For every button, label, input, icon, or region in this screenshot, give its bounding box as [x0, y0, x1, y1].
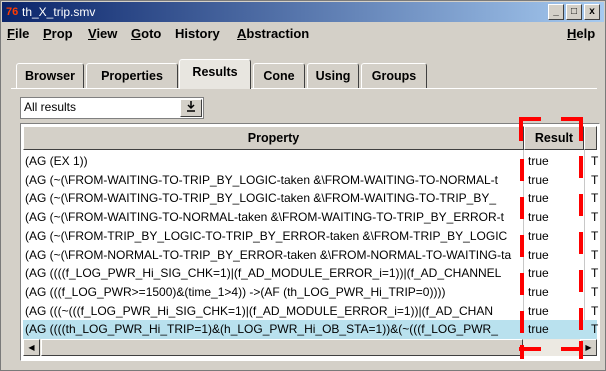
result-cell: true	[528, 303, 549, 318]
extra-cell: T	[591, 284, 599, 299]
table-row[interactable]: (AG (((f_LOG_PWR>=1500)&(time_1>4)) ->(A…	[23, 283, 599, 302]
extra-cell: T	[591, 191, 599, 206]
highlight-dash	[579, 156, 583, 178]
result-cell: true	[528, 210, 549, 225]
scrollbar-thumb[interactable]	[41, 339, 523, 356]
tab-cone[interactable]: Cone	[253, 63, 305, 88]
close-button[interactable]: x	[584, 4, 600, 20]
extra-cell: T	[591, 172, 599, 187]
extra-column-header[interactable]	[584, 126, 597, 150]
results-filter-select[interactable]: All results	[20, 97, 204, 119]
menu-prop[interactable]: Prop	[43, 26, 73, 41]
property-cell: (AG (~(\FROM-TRIP_BY_LOGIC-TO-TRIP_BY_ER…	[25, 228, 508, 243]
property-cell: (AG (~(\FROM-NORMAL-TO-TRIP_BY_ERROR-tak…	[25, 247, 512, 262]
result-cell: true	[528, 247, 549, 262]
extra-cell: T	[591, 154, 599, 168]
table-row[interactable]: (AG (((~(((f_LOG_PWR_Hi_SIG_CHK=1)|(f_AD…	[23, 302, 599, 321]
minimize-button[interactable]: _	[548, 4, 564, 20]
table-row[interactable]: (AG (EX 1)) true T	[23, 152, 599, 171]
table-row[interactable]: (AG (~(\FROM-TRIP_BY_LOGIC-TO-TRIP_BY_ER…	[23, 227, 599, 246]
property-cell: (AG (~(\FROM-WAITING-TO-TRIP_BY_LOGIC-ta…	[25, 172, 499, 187]
highlight-dash	[579, 270, 583, 292]
title-bar[interactable]: 76 th_X_trip.smv _ □ x	[2, 2, 604, 22]
highlight-dash	[579, 308, 583, 330]
down-arrow-to-line-icon	[187, 101, 195, 112]
extra-cell: T	[591, 303, 599, 318]
result-cell: true	[528, 266, 549, 281]
dropdown-arrow-icon[interactable]	[180, 99, 202, 117]
result-cell: true	[528, 154, 549, 168]
result-column-header[interactable]: Result	[524, 126, 584, 150]
window-controls: _ □ x	[548, 4, 600, 20]
extra-cell: T	[591, 210, 599, 225]
highlight-dash	[520, 311, 524, 333]
result-cell: true	[528, 284, 549, 299]
property-column-header[interactable]: Property	[23, 126, 524, 150]
menu-file[interactable]: File	[7, 26, 29, 41]
menu-goto[interactable]: Goto	[131, 26, 161, 41]
horizontal-scrollbar[interactable]: ◀ ▶	[23, 339, 597, 356]
highlight-dash	[520, 159, 524, 181]
menu-help[interactable]: Help	[567, 26, 595, 41]
highlight-dash	[520, 197, 524, 219]
highlight-dash	[579, 194, 583, 216]
filter-value: All results	[24, 100, 77, 114]
highlight-dash	[520, 235, 524, 257]
property-cell: (AG (~(\FROM-WAITING-TO-NORMAL-taken &\F…	[25, 210, 505, 225]
property-cell: (AG (~(\FROM-WAITING-TO-TRIP_BY_LOGIC-ta…	[25, 191, 497, 206]
application-window: 76 th_X_trip.smv _ □ x File Prop View Go…	[0, 0, 606, 371]
property-cell: (AG ((((th_LOG_PWR_Hi_TRIP=1)&(h_LOG_PWR…	[25, 322, 498, 337]
extra-cell: T	[591, 228, 599, 243]
results-table: Property Result (AG (EX 1)) true T (AG (~(\…	[20, 123, 600, 361]
result-cell: true	[528, 172, 549, 187]
table-row[interactable]: (AG (~(\FROM-WAITING-TO-NORMAL-taken &\F…	[23, 208, 599, 227]
highlight-dash	[519, 347, 541, 351]
tab-using[interactable]: Using	[307, 63, 359, 88]
result-cell: true	[528, 191, 549, 206]
extra-cell: T	[591, 266, 599, 281]
result-cell: true	[528, 322, 549, 337]
highlight-dash	[579, 232, 583, 254]
tab-browser[interactable]: Browser	[16, 63, 84, 88]
extra-cell: T	[591, 247, 599, 262]
highlight-dash	[519, 117, 523, 141]
maximize-button[interactable]: □	[566, 4, 582, 20]
tab-results[interactable]: Results	[179, 59, 251, 89]
menu-history[interactable]: History	[175, 26, 220, 41]
extra-cell: T	[591, 322, 599, 337]
table-row[interactable]: (AG (~(\FROM-WAITING-TO-TRIP_BY_LOGIC-ta…	[23, 171, 599, 190]
property-cell: (AG (EX 1))	[25, 154, 88, 168]
tab-panel-border	[11, 88, 597, 89]
menu-view[interactable]: View	[88, 26, 117, 41]
table-row[interactable]: (AG ((((th_LOG_PWR_Hi_TRIP=1)&(h_LOG_PWR…	[23, 320, 599, 340]
result-cell: true	[528, 228, 549, 243]
table-header: Property Result	[23, 126, 597, 150]
property-cell: (AG (((~(((f_LOG_PWR_Hi_SIG_CHK=1)|(f_AD…	[25, 303, 494, 318]
window-title: th_X_trip.smv	[22, 5, 96, 19]
property-cell: (AG ((((f_LOG_PWR_Hi_SIG_CHK=1)|(f_AD_MO…	[25, 266, 502, 281]
property-cell: (AG (((f_LOG_PWR>=1500)&(time_1>4)) ->(A…	[25, 284, 446, 299]
table-row[interactable]: (AG (~(\FROM-NORMAL-TO-TRIP_BY_ERROR-tak…	[23, 246, 599, 265]
highlight-dash	[561, 347, 583, 351]
scroll-left-icon[interactable]: ◀	[23, 339, 40, 356]
tab-properties[interactable]: Properties	[86, 63, 178, 88]
menu-abstraction[interactable]: Abstraction	[237, 26, 309, 41]
highlight-dash	[579, 117, 583, 141]
table-row[interactable]: (AG (~(\FROM-WAITING-TO-TRIP_BY_LOGIC-ta…	[23, 189, 599, 208]
app-icon: 76	[6, 6, 19, 18]
menu-bar: File Prop View Goto History Abstraction …	[3, 24, 603, 44]
tab-groups[interactable]: Groups	[361, 63, 427, 88]
highlight-dash	[520, 273, 524, 295]
table-row[interactable]: (AG ((((f_LOG_PWR_Hi_SIG_CHK=1)|(f_AD_MO…	[23, 264, 599, 283]
